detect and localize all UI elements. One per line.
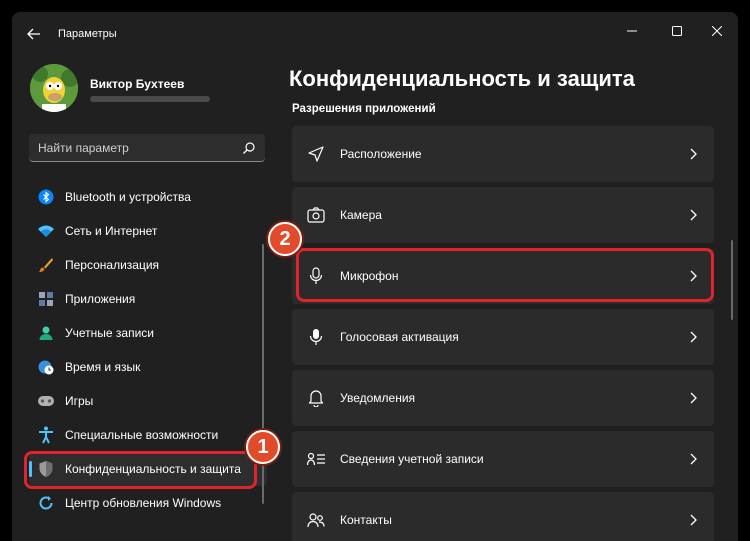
user-name: Виктор Бухтеев [90, 77, 185, 91]
sidebar-item-apps[interactable]: Приложения [29, 282, 267, 316]
sidebar-item-label: Bluetooth и устройства [65, 190, 191, 204]
sidebar-item-network[interactable]: Сеть и Интернет [29, 214, 267, 248]
minimize-icon [627, 30, 637, 32]
setting-row-location[interactable]: Расположение [292, 126, 714, 182]
sidebar-scrollbar[interactable] [262, 244, 264, 504]
step-badge-1: 1 [246, 430, 280, 464]
setting-row-camera[interactable]: Камера [292, 187, 714, 243]
close-button[interactable] [704, 20, 730, 42]
chevron-right-icon [690, 392, 697, 404]
maximize-icon [672, 26, 682, 36]
sidebar-item-label: Время и язык [65, 360, 141, 374]
setting-row-voice-activation[interactable]: Голосовая активация [292, 309, 714, 365]
person-icon [37, 324, 55, 342]
minimize-button[interactable] [619, 20, 645, 42]
setting-row-contacts[interactable]: Контакты [292, 492, 714, 541]
gamepad-icon [37, 392, 55, 410]
bell-icon [306, 388, 326, 408]
account-info-icon [306, 449, 326, 469]
accessibility-icon [37, 426, 55, 444]
sidebar-item-label: Сеть и Интернет [65, 224, 158, 238]
apps-icon [37, 290, 55, 308]
sidebar-item-label: Приложения [65, 292, 136, 306]
user-email-redacted [90, 96, 210, 102]
search-box [29, 134, 265, 162]
location-icon [306, 144, 326, 164]
avatar[interactable] [30, 64, 78, 112]
sidebar-item-accounts[interactable]: Учетные записи [29, 316, 267, 350]
sidebar-item-label: Игры [65, 394, 94, 408]
setting-row-label: Камера [340, 208, 382, 222]
sidebar-item-label: Специальные возможности [65, 428, 219, 442]
sidebar-item-personalization[interactable]: Персонализация [29, 248, 267, 282]
chevron-right-icon [690, 209, 697, 221]
section-title: Разрешения приложений [292, 103, 436, 115]
wifi-icon [37, 222, 55, 240]
chevron-right-icon [690, 148, 697, 160]
setting-row-label: Уведомления [340, 391, 416, 405]
chevron-right-icon [690, 453, 697, 465]
sidebar-item-time-language[interactable]: Время и язык [29, 350, 267, 384]
setting-row-label: Расположение [340, 147, 422, 161]
highlight-microphone-row [296, 248, 714, 302]
main-scrollbar[interactable] [731, 240, 733, 320]
sidebar-item-gaming[interactable]: Игры [29, 384, 267, 418]
chevron-right-icon [690, 331, 697, 343]
contacts-icon [306, 510, 326, 530]
search-icon[interactable] [242, 141, 256, 155]
sidebar-item-label: Персонализация [65, 258, 160, 272]
voice-icon [306, 327, 326, 347]
page-title: Конфиденциальность и защита [289, 66, 635, 91]
setting-row-account-info[interactable]: Сведения учетной записи [292, 431, 714, 487]
avatar-image-icon [30, 64, 78, 112]
sidebar-item-label: Центр обновления Windows [65, 496, 222, 510]
maximize-button[interactable] [664, 20, 690, 42]
bluetooth-icon [37, 188, 55, 206]
setting-row-label: Сведения учетной записи [340, 452, 484, 466]
sidebar-item-label: Учетные записи [65, 326, 154, 340]
sidebar-item-accessibility[interactable]: Специальные возможности [29, 418, 267, 452]
settings-window: Параметры Виктор Бухтеев Найти параметр … [12, 12, 738, 541]
app-title: Параметры [58, 28, 117, 40]
close-icon [712, 26, 722, 36]
update-icon [37, 494, 55, 512]
setting-row-notifications[interactable]: Уведомления [292, 370, 714, 426]
title-bar: Параметры [12, 12, 738, 54]
globe-clock-icon [37, 358, 55, 376]
back-button[interactable] [24, 24, 44, 44]
search-input[interactable] [29, 134, 239, 161]
chevron-right-icon [690, 514, 697, 526]
setting-row-label: Контакты [340, 513, 392, 527]
brush-icon [37, 256, 55, 274]
setting-row-label: Голосовая активация [340, 330, 459, 344]
step-badge-2: 2 [268, 222, 302, 256]
sidebar-item-bluetooth[interactable]: Bluetooth и устройства [29, 180, 267, 214]
sidebar-item-windows-update[interactable]: Центр обновления Windows [29, 486, 267, 520]
back-arrow-icon [27, 28, 40, 40]
highlight-privacy-item [24, 451, 257, 489]
camera-icon [306, 205, 326, 225]
